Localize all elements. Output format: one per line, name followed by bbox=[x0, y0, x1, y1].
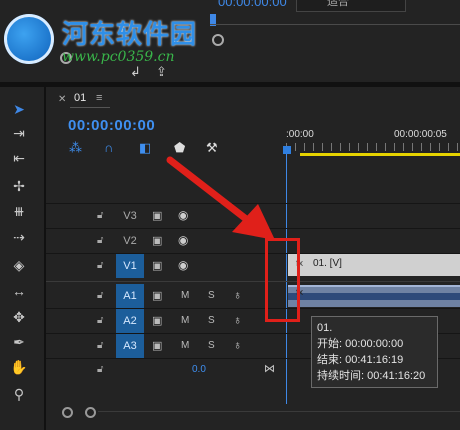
annotation-arrow bbox=[166, 156, 275, 240]
